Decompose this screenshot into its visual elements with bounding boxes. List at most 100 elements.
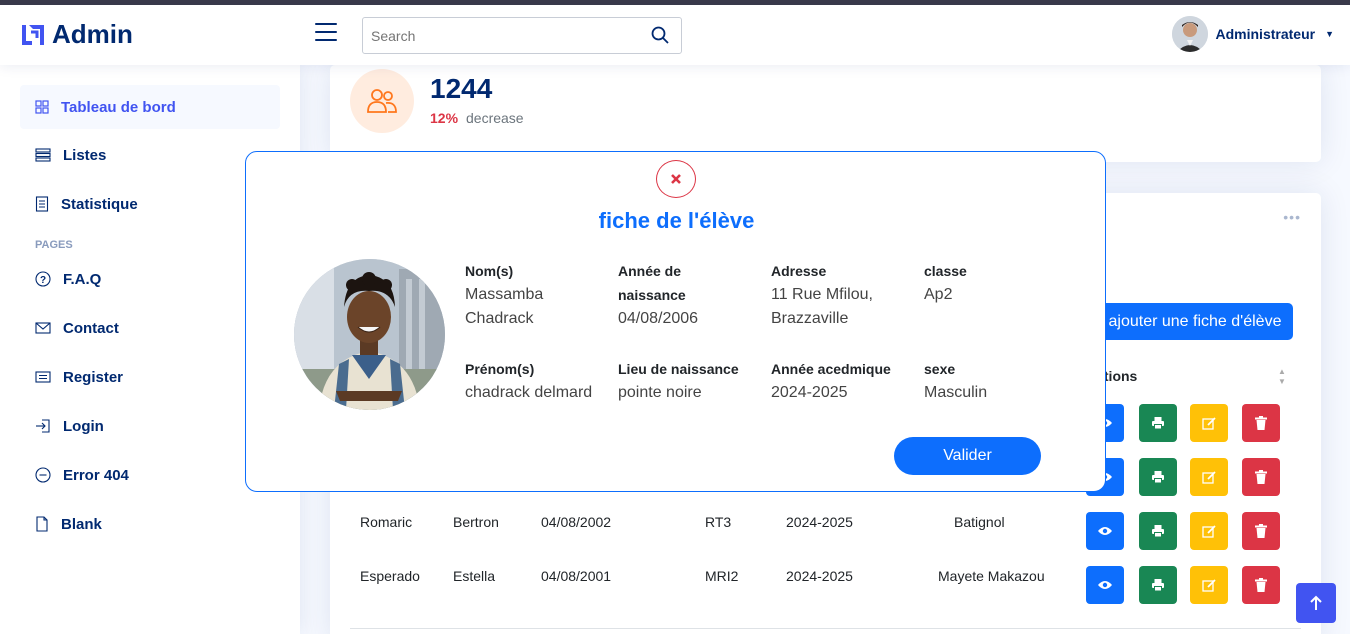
stat-count: 1244 xyxy=(430,73,493,104)
search-input[interactable] xyxy=(363,18,633,53)
validate-button[interactable]: Valider xyxy=(894,437,1041,475)
sidebar-item-dashboard[interactable]: Tableau de bord xyxy=(20,85,280,129)
trash-icon xyxy=(1255,524,1267,538)
user-name: Administrateur xyxy=(1215,26,1316,42)
delete-button[interactable] xyxy=(1242,566,1280,604)
print-button[interactable] xyxy=(1139,458,1177,496)
student-photo xyxy=(294,259,445,410)
field-label: Adresse xyxy=(771,263,827,279)
logo[interactable]: Admin xyxy=(20,19,133,50)
field-classe: classe Ap2 xyxy=(924,259,1074,307)
pencil-square-icon xyxy=(1201,524,1216,538)
chevron-down-icon: ▼ xyxy=(1325,29,1334,39)
table-cell-date: 04/08/2002 xyxy=(541,514,612,530)
sidebar-item-contact[interactable]: Contact xyxy=(20,306,280,350)
table-cell-date: 04/08/2001 xyxy=(541,568,612,584)
printer-icon xyxy=(1152,417,1164,430)
sidebar-item-label: Listes xyxy=(63,146,107,164)
stat-icon-circle xyxy=(350,69,414,133)
sidebar-heading-pages: PAGES xyxy=(35,239,73,251)
logo-icon xyxy=(22,24,44,45)
pencil-square-icon xyxy=(1201,578,1216,592)
sidebar-item-listes[interactable]: Listes xyxy=(20,133,280,177)
table-cell-annee: 2024-2025 xyxy=(786,514,853,530)
field-adresse: Adresse 11 Rue Mfilou, Brazzaville xyxy=(771,259,921,331)
table-cell-annee: 2024-2025 xyxy=(786,568,853,584)
field-value: pointe noire xyxy=(618,384,702,401)
sidebar-item-error-404[interactable]: Error 404 xyxy=(20,453,280,497)
table-cell-classe: RT3 xyxy=(705,514,732,530)
login-icon xyxy=(36,419,50,433)
table-cell-nom: Esperado xyxy=(360,568,420,584)
delete-button[interactable] xyxy=(1242,512,1280,550)
sidebar-item-blank[interactable]: Blank xyxy=(20,502,280,546)
more-options-icon[interactable]: ••• xyxy=(1283,209,1301,225)
printer-icon xyxy=(1152,525,1164,538)
edit-button[interactable] xyxy=(1190,458,1228,496)
menu-toggle-icon[interactable] xyxy=(315,23,337,45)
close-icon xyxy=(671,174,681,184)
logo-text: Admin xyxy=(52,19,133,49)
view-button[interactable] xyxy=(1086,566,1124,604)
sidebar-item-statistique[interactable]: Statistique xyxy=(20,182,280,226)
field-nom: Nom(s) Massamba Chadrack xyxy=(465,259,615,331)
stat-trend: decrease xyxy=(466,110,524,126)
sort-icon[interactable]: ▲ ▼ xyxy=(1278,367,1286,387)
print-button[interactable] xyxy=(1139,566,1177,604)
sidebar-item-label: F.A.Q xyxy=(63,270,102,288)
field-value: Massamba Chadrack xyxy=(465,286,544,327)
card-icon xyxy=(35,371,51,383)
print-button[interactable] xyxy=(1139,512,1177,550)
delete-button[interactable] xyxy=(1242,458,1280,496)
sidebar-item-label: Contact xyxy=(63,319,119,337)
field-label: Prénom(s) xyxy=(465,361,535,377)
user-menu[interactable]: Administrateur ▼ xyxy=(1171,16,1334,52)
add-student-button[interactable]: ajouter une fiche d'élève xyxy=(1097,303,1293,340)
field-label: classe xyxy=(924,263,967,279)
field-value: Ap2 xyxy=(924,286,953,303)
field-annee-naissance: Année de naissance 04/08/2006 xyxy=(618,259,768,331)
edit-button[interactable] xyxy=(1190,566,1228,604)
dash-circle-icon xyxy=(35,467,51,483)
field-value: 11 Rue Mfilou, Brazzaville xyxy=(771,286,873,327)
student-detail-modal: fiche de l'élève Nom(s) Massamba Chadrac… xyxy=(245,151,1106,492)
stat-percent: 12% xyxy=(430,110,459,126)
field-lieu-naissance: Lieu de naissance pointe noire xyxy=(618,357,768,405)
printer-icon xyxy=(1152,471,1164,484)
search-bar xyxy=(362,17,682,54)
list-icon xyxy=(35,148,51,162)
avatar xyxy=(1171,16,1208,52)
sidebar-item-label: Statistique xyxy=(61,195,138,213)
envelope-icon xyxy=(35,322,51,334)
table-divider xyxy=(350,628,1301,629)
sidebar-item-login[interactable]: Login xyxy=(20,404,280,448)
table-cell-prenom: Estella xyxy=(453,568,496,584)
field-sexe: sexe Masculin xyxy=(924,357,1074,405)
edit-button[interactable] xyxy=(1190,404,1228,442)
table-cell-lieu: Batignol xyxy=(954,514,1005,530)
back-to-top-button[interactable] xyxy=(1296,583,1336,623)
print-button[interactable] xyxy=(1139,404,1177,442)
search-icon[interactable] xyxy=(651,26,669,44)
question-icon: ? xyxy=(35,271,51,287)
field-label: Année acedmique xyxy=(771,361,891,377)
field-label: sexe xyxy=(924,361,956,377)
close-button[interactable] xyxy=(656,160,696,198)
pencil-square-icon xyxy=(1201,416,1216,430)
grid-icon xyxy=(35,100,49,114)
trash-icon xyxy=(1255,578,1267,592)
field-label: Lieu de naissance xyxy=(618,361,739,377)
delete-button[interactable] xyxy=(1242,404,1280,442)
sidebar-item-label: Login xyxy=(63,417,104,435)
sidebar-item-faq[interactable]: ? F.A.Q xyxy=(20,257,280,301)
edit-button[interactable] xyxy=(1190,512,1228,550)
sidebar-item-register[interactable]: Register xyxy=(20,355,280,399)
field-annee-academique: Année acedmique 2024-2025 xyxy=(771,357,921,405)
field-prenom: Prénom(s) chadrack delmard xyxy=(465,357,615,405)
file-icon xyxy=(36,516,48,532)
people-icon xyxy=(367,89,397,113)
svg-text:?: ? xyxy=(40,275,46,286)
view-button[interactable] xyxy=(1086,512,1124,550)
stat-card: 1244 12% decrease xyxy=(330,65,1321,162)
printer-icon xyxy=(1152,579,1164,592)
